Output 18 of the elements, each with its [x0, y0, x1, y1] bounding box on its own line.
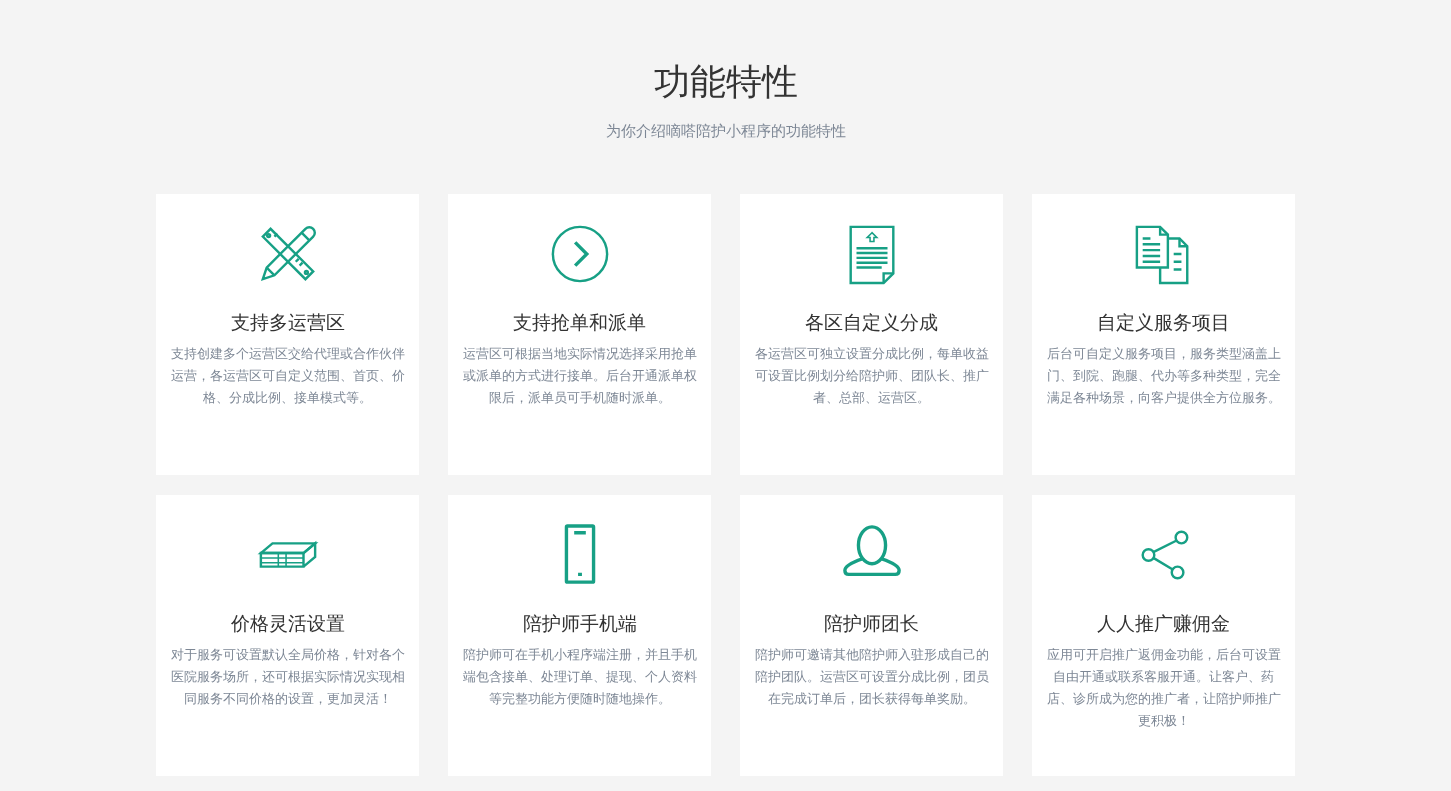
- feature-title: 价格灵活设置: [230, 612, 345, 636]
- feature-description: 各运营区可独立设置分成比例，每单收益可设置比例划分给陪护师、团队长、推广者、总部、运营区。: [753, 345, 990, 407]
- feature-description: 对于服务可设置默认全局价格，针对各个医院服务场所，还可根据实际情况实现相同服务不同价格的设置，更加灵活！: [169, 646, 406, 708]
- feature-title: 各区自定义分成: [805, 311, 938, 335]
- feature-title: 支持抢单和派单: [513, 311, 646, 335]
- feature-title: 人人推广赚佣金: [1097, 612, 1230, 636]
- feature-description: 陪护师可在手机小程序端注册，并且手机端包含接单、处理订单、提现、个人资料等完整功能方便随时随地操作。: [461, 646, 698, 708]
- feature-description: 支持创建多个运营区交给代理或合作伙伴运营，各运营区可自定义范围、首页、价格、分成比例、接单模式等。: [169, 345, 406, 407]
- feature-title: 自定义服务项目: [1097, 311, 1230, 335]
- feature-title: 陪护师手机端: [522, 612, 637, 636]
- feature-title: 陪护师团长: [824, 612, 919, 636]
- feature-title: 支持多运营区: [230, 311, 345, 335]
- feature-description: 陪护师可邀请其他陪护师入驻形成自己的陪护团队。运营区可设置分成比例，团员在完成订单后，团长获得每单奖励。: [753, 646, 990, 708]
- section-subtitle: 为你介绍嘀嗒陪护小程序的功能特性: [605, 121, 846, 141]
- feature-description: 运营区可根据当地实际情况选择采用抢单或派单的方式进行接单。后台开通派单权限后，派单员可手机随时派单。: [461, 345, 698, 407]
- feature-description: 后台可自定义服务项目，服务类型涵盖上门、到院、跑腿、代办等多种类型，完全满足各种场景，向客户提供全方位服务。: [1045, 345, 1282, 407]
- section-heading: 功能特性: [653, 60, 798, 104]
- feature-description: 应用可开启推广返佣金功能，后台可设置自由开通或联系客服开通。让客户、药店、诊所成为您的推广者，让陪护师推广更积极！: [1045, 646, 1282, 730]
